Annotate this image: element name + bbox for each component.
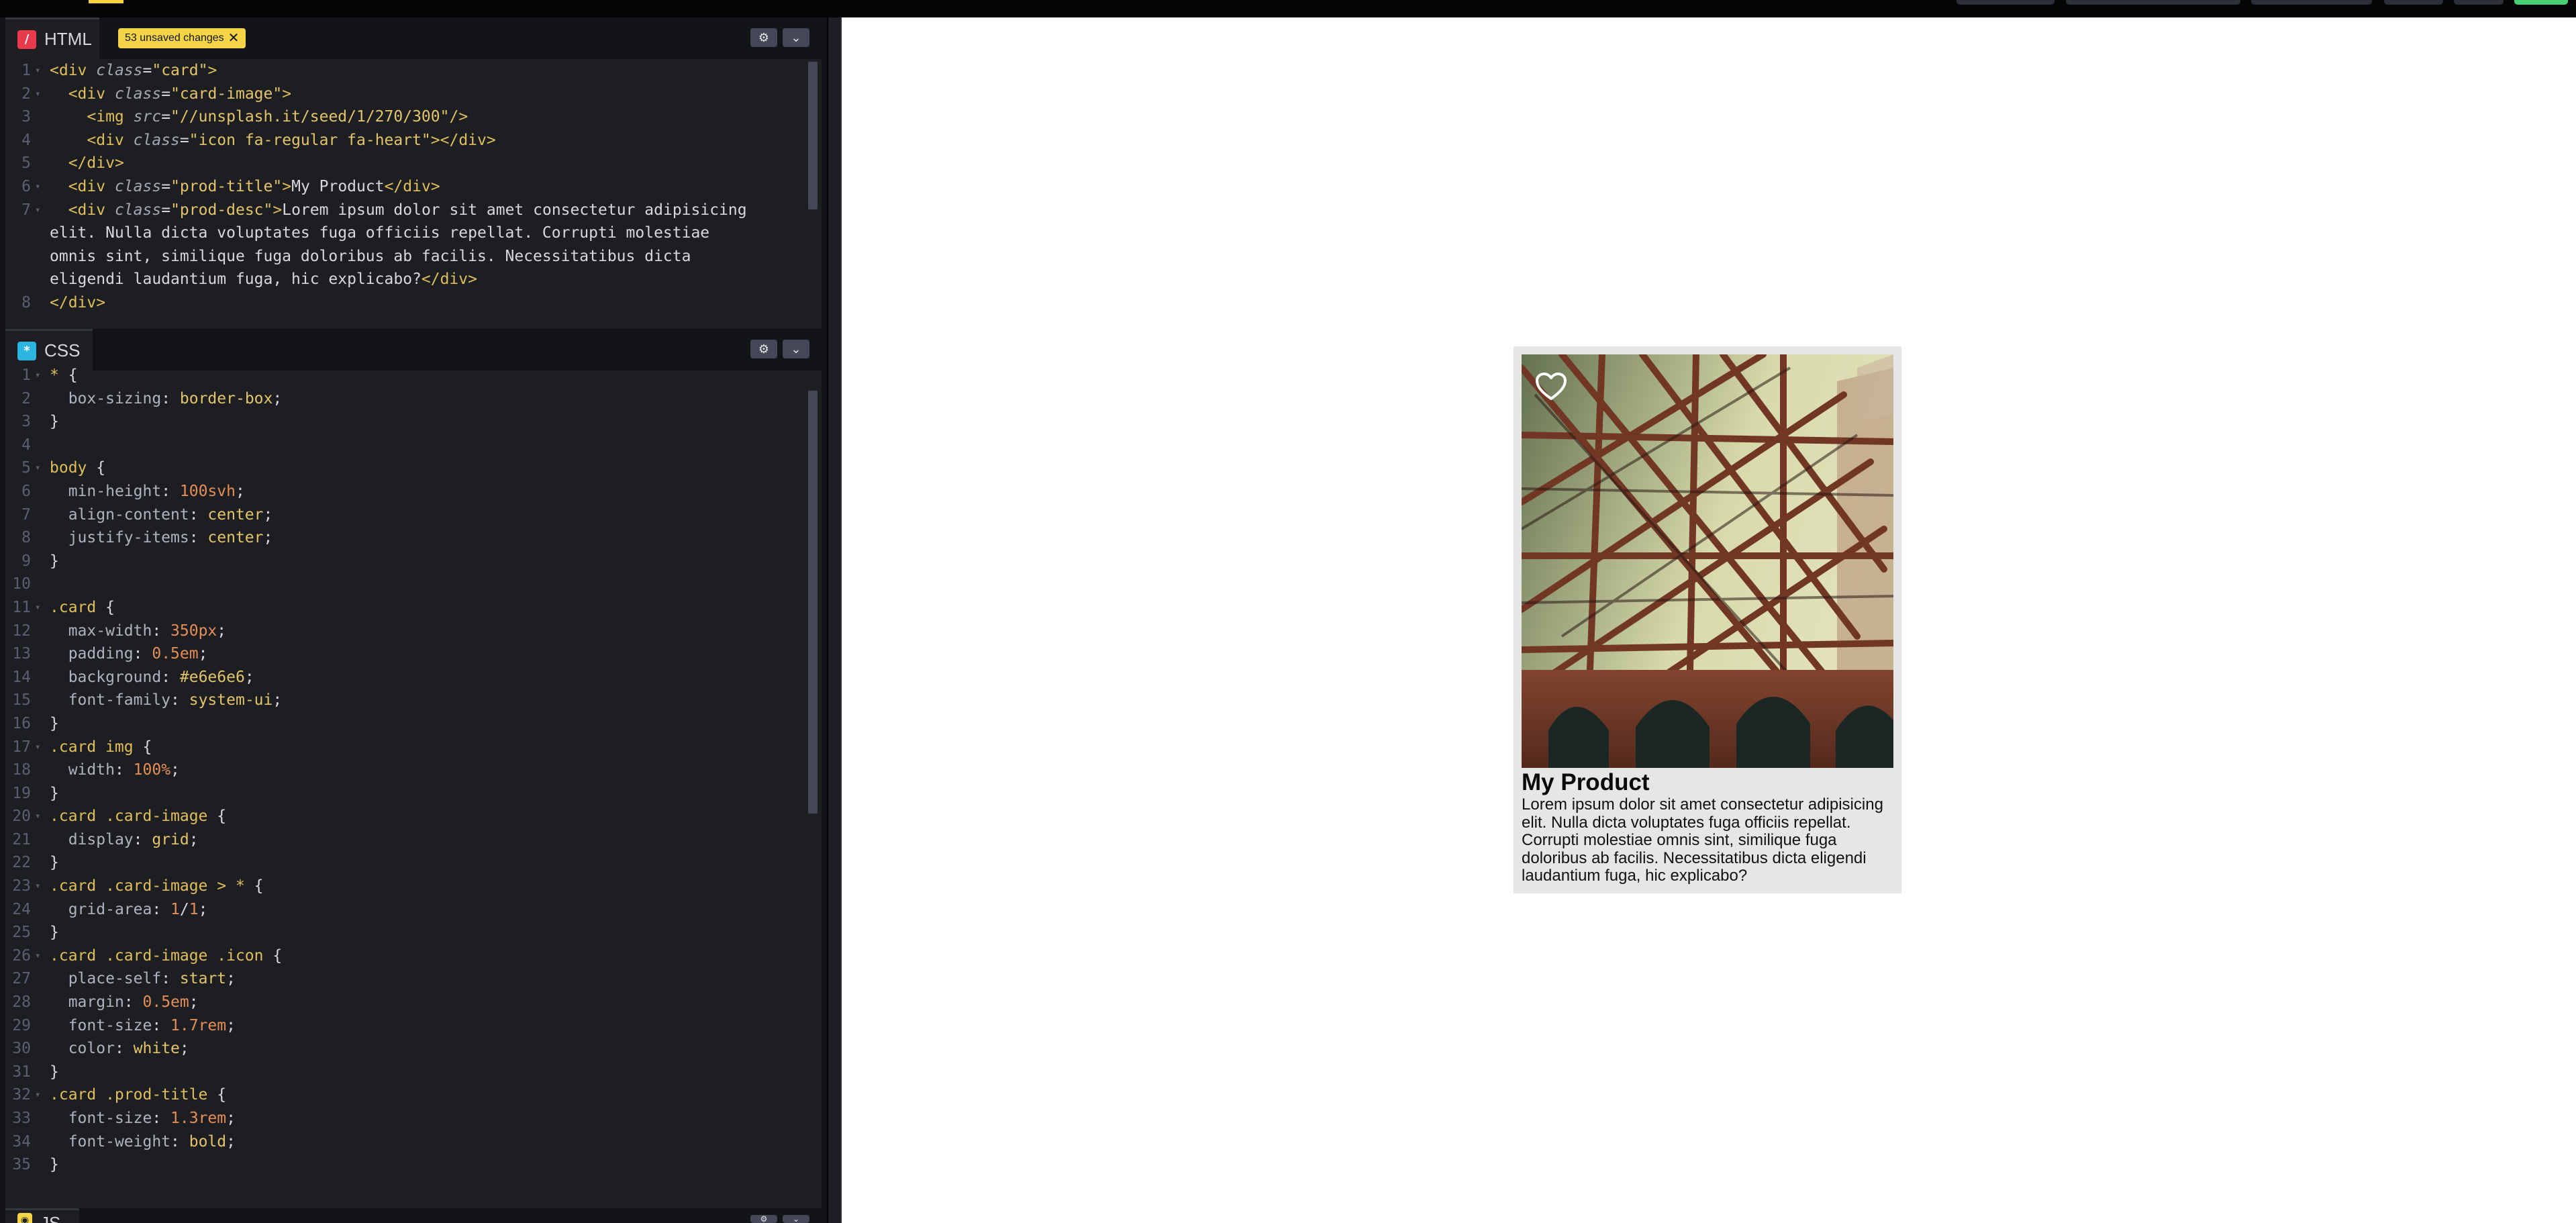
html-pane: / HTML 53 unsaved changes ✕ ⚙ ⌄ 1 ▾ <div c… (5, 17, 822, 329)
topbar-button-2[interactable] (2066, 0, 2240, 5)
code-line: 21 display: grid; (12, 830, 199, 848)
code-line: 1 ▾ * { (21, 366, 78, 384)
code-line: 23 ▾ .card .card-image > * { (12, 877, 264, 895)
js-pane-title: JS (40, 1213, 61, 1223)
html-code-editor[interactable]: 1 ▾ <div class="card"> 2 ▾ <div class="card… (5, 59, 804, 329)
css-pane: * CSS ⚙ ⌄ 1 ▾ * { 2 box-sizing: border-box… (5, 329, 822, 1208)
code-line: 9} (21, 552, 59, 570)
topbar-button-1[interactable] (1956, 0, 2054, 5)
code-line: 6 ▾ <div class="prod-title">My Product</d… (21, 177, 440, 195)
html-pane-title: HTML (44, 29, 92, 49)
js-pane: ◉ JS ⚙ ⌄ (5, 1208, 822, 1223)
html-pane-header: / HTML 53 unsaved changes ✕ ⚙ ⌄ (5, 17, 822, 59)
code-line: 34 font-weight: bold; (12, 1132, 236, 1151)
code-line: eligendi laudantium fuga, hic explicabo?… (50, 271, 477, 289)
css-scrollbar[interactable] (808, 391, 818, 814)
js-tab[interactable]: ◉ JS (5, 1208, 79, 1223)
code-line: 7 align-content: center; (21, 505, 273, 524)
code-line: 31} (12, 1063, 59, 1081)
code-line: 24 grid-area: 1/1; (12, 900, 208, 918)
code-line: 27 place-self: start; (12, 970, 236, 988)
code-line: 1 ▾ <div class="card"> (21, 62, 217, 79)
code-line: 2 box-sizing: border-box; (21, 389, 283, 407)
topbar-button-3[interactable] (2251, 0, 2372, 5)
editor-column: / HTML 53 unsaved changes ✕ ⚙ ⌄ 1 ▾ <div c… (0, 17, 827, 1223)
code-line: 35} (12, 1156, 59, 1174)
heart-icon[interactable] (1535, 372, 1567, 401)
css-pane-title: CSS (44, 340, 81, 360)
code-line: elit. Nulla dicta voluptates fuga offici… (50, 224, 710, 242)
js-pane-header: ◉ JS ⚙ ⌄ (5, 1208, 822, 1223)
chevron-down-icon[interactable]: ⌄ (783, 28, 809, 47)
code-line: 26 ▾ .card .card-image .icon { (12, 946, 283, 965)
asterisk-icon: * (17, 341, 36, 360)
logo[interactable] (89, 0, 123, 3)
code-line: 29 font-size: 1.7rem; (12, 1016, 236, 1034)
gear-icon[interactable]: ⚙ (750, 1214, 777, 1223)
code-line: 3 <img src="//unsplash.it/seed/1/270/300… (21, 108, 468, 126)
code-line: 30 color: white; (12, 1040, 189, 1058)
product-description: Lorem ipsum dolor sit amet consectetur a… (1522, 795, 1883, 885)
code-line: 25} (12, 924, 59, 942)
gear-icon[interactable]: ⚙ (750, 28, 777, 47)
code-line: 13 padding: 0.5em; (12, 645, 208, 663)
product-card: My Product Lorem ipsum dolor sit amet co… (1514, 346, 1901, 893)
topbar-save-button[interactable] (2514, 0, 2568, 5)
code-line: omnis sint, similique fuga doloribus ab … (50, 247, 691, 265)
topbar-button-5[interactable] (2454, 0, 2504, 5)
code-line: 14 background: #e6e6e6; (12, 668, 254, 686)
code-line: 4 <div class="icon fa-regular fa-heart">… (21, 131, 496, 149)
code-line: 18 width: 100%; (12, 761, 180, 779)
product-photo (1522, 354, 1893, 768)
code-line: 19} (12, 784, 59, 802)
close-icon[interactable]: ✕ (228, 32, 240, 45)
code-line: 22} (12, 854, 59, 872)
code-line: 8 </div> (21, 293, 106, 311)
code-line: 10 (12, 575, 31, 593)
chevron-down-icon[interactable]: ⌄ (783, 1214, 809, 1223)
product-title: My Product (1522, 769, 1650, 795)
code-line: 12 max-width: 350px; (12, 622, 227, 640)
code-line: 4 (21, 436, 31, 454)
code-line: 15 font-family: system-ui; (12, 691, 283, 710)
code-line: 32 ▾ .card .prod-title { (12, 1086, 227, 1104)
code-line: 5 </div> (21, 154, 124, 173)
code-line: 11 ▾ .card { (12, 598, 115, 616)
slash-icon: / (17, 30, 36, 49)
resize-handle[interactable] (827, 17, 842, 1223)
app-topbar (0, 0, 2576, 17)
unsaved-changes-badge[interactable]: 53 unsaved changes ✕ (118, 28, 246, 48)
product-image (1522, 354, 1893, 768)
code-line: 3} (21, 413, 59, 431)
chevron-down-icon[interactable]: ⌄ (783, 340, 809, 358)
css-code-editor[interactable]: 1 ▾ * { 2 box-sizing: border-box; 3} 4 5 ▾ b… (5, 364, 804, 1208)
html-scrollbar[interactable] (808, 62, 818, 209)
code-line: 8 justify-items: center; (21, 529, 273, 547)
code-line: 5 ▾ body { (21, 459, 106, 477)
code-line: 33 font-size: 1.3rem; (12, 1110, 236, 1127)
js-icon: ◉ (17, 1213, 32, 1223)
code-line: 17 ▾ .card img { (12, 738, 152, 756)
code-line: 28 margin: 0.5em; (12, 993, 199, 1012)
topbar-button-4[interactable] (2384, 0, 2443, 5)
code-line: 6 min-height: 100svh; (21, 482, 245, 500)
code-line: 20 ▾ .card .card-image { (12, 808, 227, 826)
gear-icon[interactable]: ⚙ (750, 340, 777, 358)
html-tab[interactable]: / HTML (5, 17, 99, 59)
preview-pane: My Product Lorem ipsum dolor sit amet co… (842, 17, 2576, 1223)
code-line: 2 ▾ <div class="card-image"> (21, 85, 292, 103)
unsaved-changes-label: 53 unsaved changes (125, 32, 224, 44)
code-line: 7 ▾ <div class="prod-desc">Lorem ipsum do… (21, 201, 747, 219)
code-line: 16} (12, 714, 59, 732)
